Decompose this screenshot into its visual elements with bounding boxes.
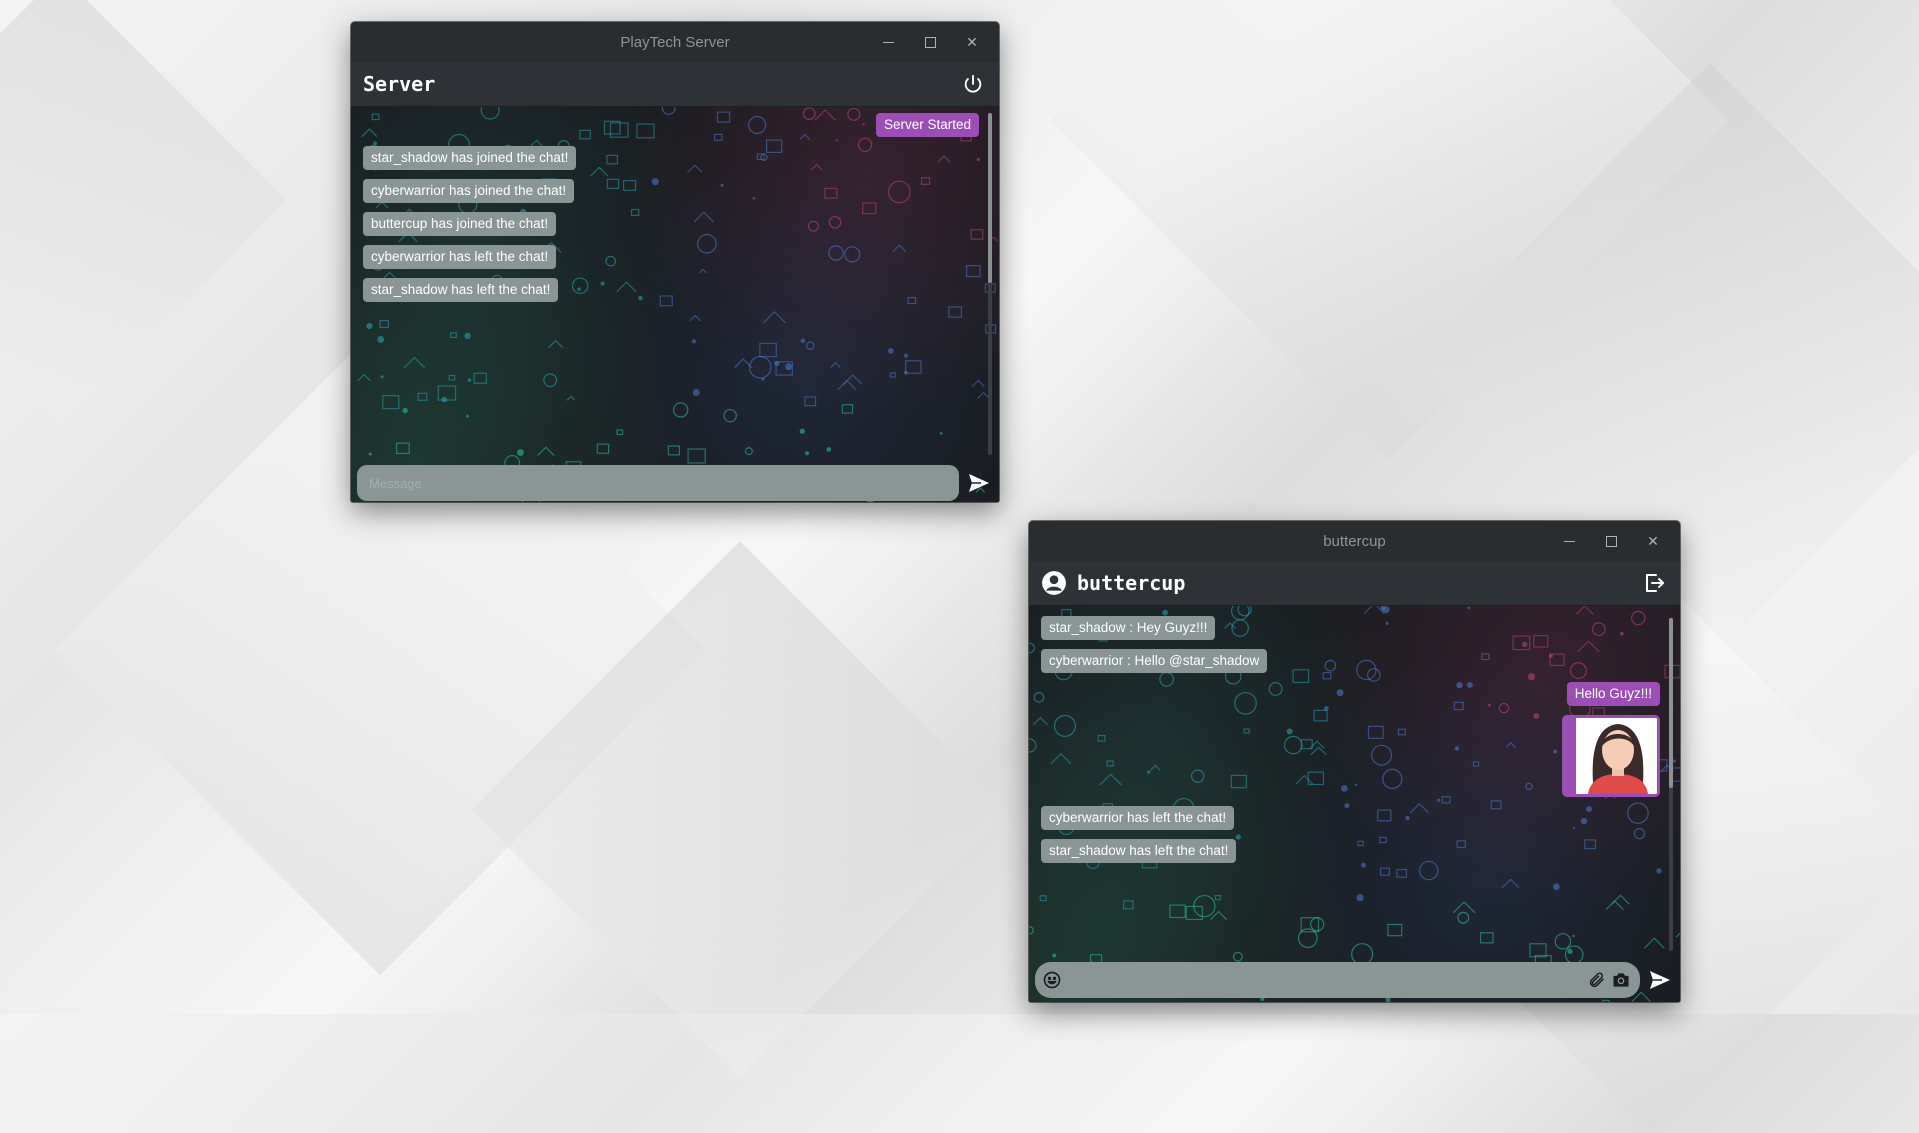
page-title: Server: [363, 72, 435, 96]
attach-button[interactable]: [1586, 969, 1608, 991]
message-input-wrapper: [1035, 962, 1640, 998]
emoji-button[interactable]: [1041, 969, 1063, 991]
power-icon: [964, 74, 982, 93]
message-input[interactable]: [357, 465, 959, 501]
close-icon: ✕: [966, 33, 978, 50]
server-titlebar[interactable]: PlayTech Server ✕: [351, 22, 999, 62]
close-button[interactable]: ✕: [1634, 525, 1672, 557]
scrollbar[interactable]: [1669, 618, 1673, 951]
window-controls: ✕: [869, 22, 991, 62]
client-chat-area: star_shadow : Hey Guyz!!! cyberwarrior : …: [1029, 606, 1680, 1002]
message-list: Server Started star_shadow has joined the…: [351, 107, 999, 502]
logout-button[interactable]: [1640, 569, 1668, 597]
message-row: star_shadow : Hey Guyz!!!: [1041, 616, 1660, 640]
message-row: star_shadow has left the chat!: [1041, 839, 1660, 863]
window-title: buttercup: [1323, 532, 1386, 550]
background-shape: [0, 0, 287, 427]
header-title-text: Server: [363, 72, 436, 96]
input-bar: [1029, 957, 1680, 1002]
message-row: star_shadow has left the chat!: [363, 278, 979, 302]
message-row: [1041, 715, 1660, 797]
maximize-icon: [1605, 535, 1617, 547]
camera-icon: [1613, 973, 1629, 987]
client-titlebar[interactable]: buttercup ✕: [1029, 521, 1680, 561]
scroll-thumb[interactable]: [988, 113, 992, 283]
minimize-button[interactable]: [1550, 525, 1588, 557]
avatar-woman-image: [1576, 718, 1657, 794]
paperclip-icon: [1589, 972, 1604, 988]
message-bubble: star_shadow : Hey Guyz!!!: [1041, 616, 1216, 640]
message-row: cyberwarrior has left the chat!: [1041, 806, 1660, 830]
window-title: PlayTech Server: [620, 33, 730, 51]
camera-button[interactable]: [1610, 969, 1632, 991]
message-list: star_shadow : Hey Guyz!!! cyberwarrior : …: [1029, 606, 1680, 1002]
window-controls: ✕: [1550, 521, 1672, 561]
user-circle-icon: [1042, 571, 1066, 595]
close-button[interactable]: ✕: [953, 26, 991, 58]
scrollbar[interactable]: [988, 113, 992, 455]
client-window: buttercup ✕ buttercup star_shadow : Hey …: [1029, 521, 1680, 1002]
message-bubble: cyberwarrior has joined the chat!: [363, 179, 575, 203]
message-bubble: Server Started: [875, 113, 979, 137]
message-row: Server Started: [363, 113, 979, 137]
logout-icon: [1646, 574, 1664, 592]
message-bubble: cyberwarrior : Hello @star_shadow: [1041, 649, 1268, 673]
message-bubble: cyberwarrior has left the chat!: [1041, 806, 1235, 830]
emoji-icon: [1043, 971, 1061, 989]
minimize-icon: [882, 41, 894, 43]
message-row: cyberwarrior has left the chat!: [363, 245, 979, 269]
server-header: Server: [351, 62, 999, 107]
close-icon: ✕: [1647, 532, 1659, 549]
maximize-button[interactable]: [1592, 525, 1630, 557]
scroll-thumb[interactable]: [1669, 618, 1673, 788]
message-row: star_shadow has joined the chat!: [363, 146, 979, 170]
message-row: buttercup has joined the chat!: [363, 212, 979, 236]
send-icon: [1650, 971, 1670, 989]
message-bubble: Hello Guyz!!!: [1566, 682, 1660, 706]
message-bubble: star_shadow has left the chat!: [363, 278, 559, 302]
client-header: buttercup: [1029, 561, 1680, 606]
server-chat-area: Server Started star_shadow has joined the…: [351, 107, 999, 502]
message-row: cyberwarrior has joined the chat!: [363, 179, 979, 203]
minimize-button[interactable]: [869, 26, 907, 58]
message-bubble: star_shadow has joined the chat!: [363, 146, 577, 170]
power-button[interactable]: [959, 70, 987, 98]
send-button[interactable]: [1646, 966, 1674, 994]
minimize-icon: [1563, 540, 1575, 542]
message-input[interactable]: [1035, 962, 1640, 998]
message-bubble: buttercup has joined the chat!: [363, 212, 557, 236]
send-icon: [969, 474, 989, 492]
image-message[interactable]: [1562, 715, 1660, 797]
server-window: PlayTech Server ✕ Server Server Started s…: [351, 22, 999, 502]
message-row: Hello Guyz!!!: [1041, 682, 1660, 706]
message-bubble: cyberwarrior has left the chat!: [363, 245, 557, 269]
maximize-icon: [924, 36, 936, 48]
message-bubble: star_shadow has left the chat!: [1041, 839, 1237, 863]
send-button[interactable]: [965, 469, 993, 497]
input-bar: [351, 463, 999, 502]
header-title-text: buttercup: [1077, 571, 1186, 595]
page-title: buttercup: [1041, 570, 1185, 596]
message-row: cyberwarrior : Hello @star_shadow: [1041, 649, 1660, 673]
maximize-button[interactable]: [911, 26, 949, 58]
